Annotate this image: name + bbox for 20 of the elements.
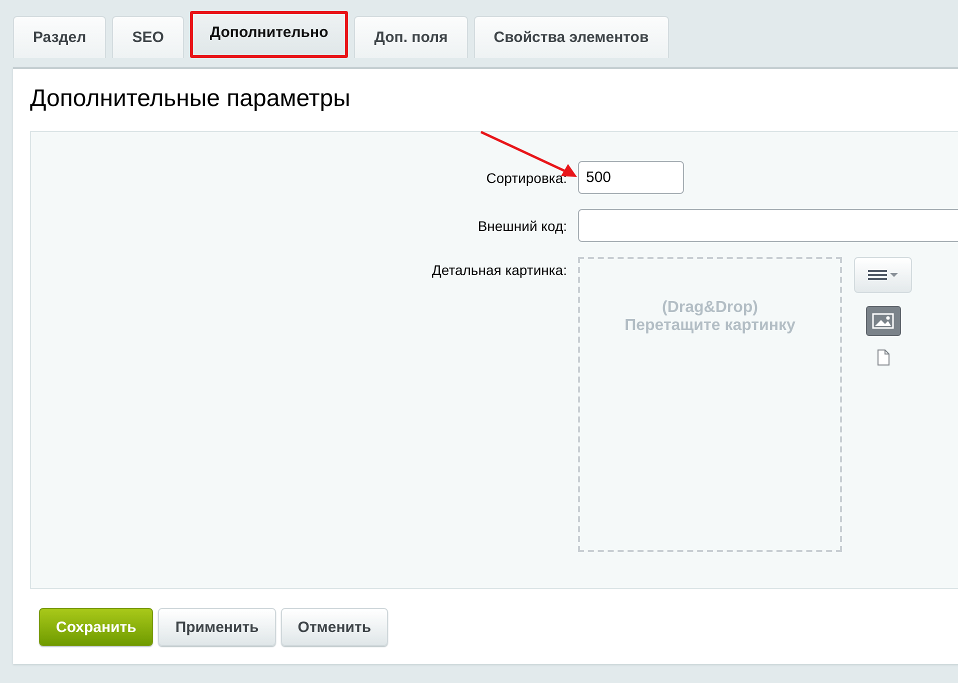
section-title: Дополнительные параметры <box>30 85 352 114</box>
tab[interactable]: Раздел <box>13 16 106 58</box>
action-button[interactable]: Отменить <box>280 608 388 646</box>
field-label: Детальная картинка: <box>430 261 567 280</box>
tab[interactable]: Дополнительно <box>190 11 348 58</box>
image-icon <box>872 313 894 329</box>
field-label: Внешний код: <box>476 217 567 236</box>
input-field[interactable]: 500 <box>578 161 684 194</box>
field-label: Сортировка: <box>485 169 567 188</box>
tab[interactable]: Свойства элементов <box>474 16 669 58</box>
menu-icon <box>868 269 898 281</box>
input-field[interactable] <box>578 209 958 242</box>
drop-hint: (Drag&Drop) <box>661 299 759 317</box>
action-button[interactable]: Применить <box>158 608 276 646</box>
menu-button[interactable] <box>854 257 912 293</box>
tab[interactable]: Доп. поля <box>354 16 468 58</box>
tab[interactable]: SEO <box>112 16 184 58</box>
image-button[interactable] <box>866 306 900 336</box>
drop-hint: Перетащите картинку <box>624 317 796 335</box>
file-icon[interactable] <box>876 349 890 366</box>
